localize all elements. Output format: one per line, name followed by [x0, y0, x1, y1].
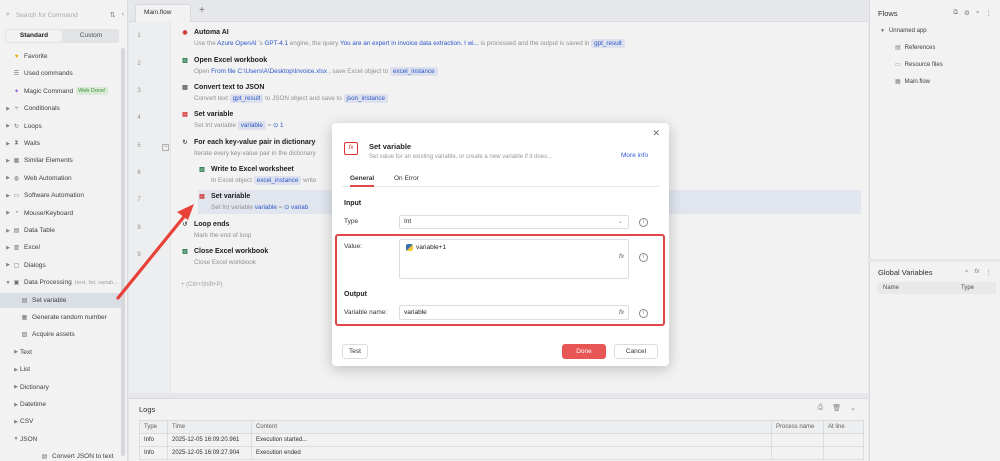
variable-name-input[interactable]: variable: [399, 305, 629, 320]
value-fx-icon[interactable]: fx: [619, 253, 624, 260]
set-variable-dialog: ✕ fx Set variable Set value for an exist…: [332, 123, 669, 366]
varname-info-icon[interactable]: i: [639, 309, 648, 318]
cancel-button[interactable]: Cancel: [614, 344, 658, 359]
tab-on-error[interactable]: On Error: [394, 173, 419, 185]
type-info-icon[interactable]: i: [639, 218, 648, 227]
done-button[interactable]: Done: [562, 344, 606, 359]
more-info-link[interactable]: More info: [621, 152, 648, 159]
dialog-tabs: General On Error: [342, 173, 659, 187]
dialog-subtitle: Set value for an existing variable, or c…: [369, 154, 553, 160]
test-button[interactable]: Test: [342, 344, 368, 359]
value-label: Value:: [344, 243, 362, 250]
variable-name-label: Variable name:: [344, 309, 388, 316]
value-editor[interactable]: variable+1: [399, 239, 629, 279]
dialog-title: Set variable: [369, 142, 412, 151]
close-icon[interactable]: ✕: [652, 128, 660, 139]
python-icon: [406, 244, 413, 251]
value-info-icon[interactable]: i: [639, 253, 648, 262]
type-select[interactable]: Int ⌄: [399, 215, 629, 229]
value-expression: variable+1: [416, 244, 447, 251]
varname-fx-icon[interactable]: fx: [619, 309, 624, 316]
tab-general[interactable]: General: [350, 173, 375, 187]
chevron-down-icon: ⌄: [617, 219, 623, 225]
output-section-title: Output: [344, 291, 367, 298]
type-label: Type: [344, 218, 359, 225]
variable-icon: fx: [344, 142, 358, 155]
input-section-title: Input: [344, 200, 362, 207]
